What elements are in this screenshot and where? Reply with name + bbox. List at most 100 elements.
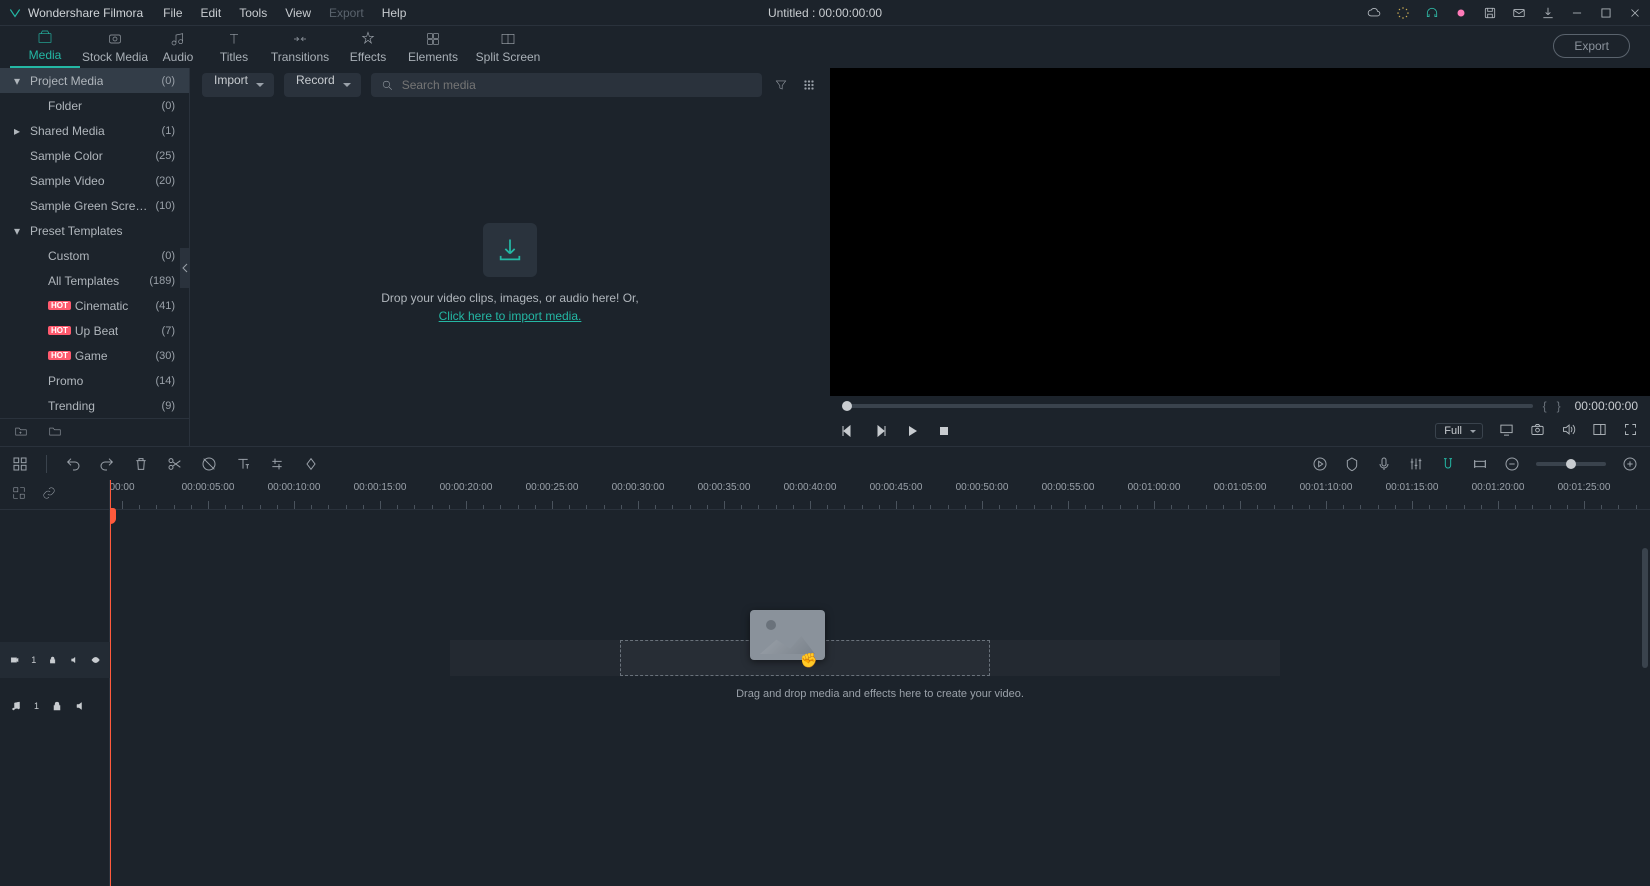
text-icon[interactable] [235, 456, 251, 472]
sidebar-item[interactable]: ▾Project Media(0) [0, 68, 189, 93]
quality-dropdown[interactable]: Full [1435, 423, 1483, 439]
sidebar-item[interactable]: Folder(0) [0, 93, 189, 118]
menu-help[interactable]: Help [382, 6, 407, 20]
sidebar-item[interactable]: Custom(0) [0, 243, 189, 268]
timeline-toolbar [0, 446, 1650, 480]
tab-transitions[interactable]: Transitions [262, 30, 338, 68]
record-dropdown[interactable]: Record [284, 73, 361, 97]
layout-icon[interactable] [1592, 422, 1607, 440]
preview-scrubber[interactable] [842, 404, 1533, 408]
mixer-icon[interactable] [1408, 456, 1424, 472]
minimize-icon[interactable] [1569, 5, 1584, 20]
lock-icon[interactable] [51, 700, 63, 712]
tab-audio[interactable]: Audio [150, 30, 206, 68]
media-pane: Import Record Drop your video clips, ima… [190, 68, 830, 446]
zoom-in-icon[interactable] [1622, 456, 1638, 472]
media-dropzone[interactable]: Drop your video clips, images, or audio … [190, 102, 830, 446]
filter-icon[interactable] [772, 76, 790, 94]
export-button[interactable]: Export [1553, 34, 1630, 58]
fullscreen-icon[interactable] [1623, 422, 1638, 440]
render-icon[interactable] [1312, 456, 1328, 472]
tab-media[interactable]: Media [10, 28, 80, 68]
new-bin-icon[interactable] [48, 424, 62, 441]
stop-button[interactable] [938, 425, 950, 437]
lock-icon[interactable] [48, 654, 57, 666]
sidebar-item[interactable]: HOTCinematic(41) [0, 293, 189, 318]
range-icon[interactable] [1472, 456, 1488, 472]
mark-in-icon[interactable]: { [1543, 399, 1547, 413]
download-icon[interactable] [1540, 5, 1555, 20]
snap-icon[interactable] [1440, 456, 1456, 472]
timeline-vscroll[interactable] [1642, 548, 1648, 886]
visibility-icon[interactable] [91, 654, 100, 666]
video-track-header[interactable]: 1 [0, 642, 110, 678]
mute-icon[interactable] [70, 654, 79, 666]
headphones-icon[interactable] [1424, 5, 1439, 20]
playhead[interactable] [110, 480, 111, 886]
menu-view[interactable]: View [285, 6, 311, 20]
undo-icon[interactable] [65, 456, 81, 472]
preview-viewport[interactable] [830, 68, 1650, 396]
sidebar-item[interactable]: HOTGame(30) [0, 343, 189, 368]
save-icon[interactable] [1482, 5, 1497, 20]
zoom-slider[interactable] [1536, 462, 1606, 466]
mail-icon[interactable] [1511, 5, 1526, 20]
menu-tools[interactable]: Tools [239, 6, 267, 20]
app-name: Wondershare Filmora [28, 6, 143, 20]
import-icon [483, 223, 537, 277]
display-icon[interactable] [1499, 422, 1514, 440]
sidebar-item[interactable]: HOTUp Beat(7) [0, 318, 189, 343]
import-link[interactable]: Click here to import media. [439, 309, 582, 323]
tips-icon[interactable] [1395, 5, 1410, 20]
crop-icon[interactable] [201, 456, 217, 472]
sidebar-item[interactable]: All Templates(189) [0, 268, 189, 293]
link-icon[interactable] [42, 486, 56, 503]
grid-mode-icon[interactable] [12, 456, 28, 472]
account-icon[interactable] [1453, 5, 1468, 20]
sidebar-item[interactable]: Sample Green Scre…(10) [0, 193, 189, 218]
adjust-icon[interactable] [269, 456, 285, 472]
tab-split-screen[interactable]: Split Screen [468, 30, 548, 68]
cloud-icon[interactable] [1366, 5, 1381, 20]
import-dropdown[interactable]: Import [202, 73, 274, 97]
play-button[interactable] [906, 425, 918, 437]
sidebar-item[interactable]: Promo(14) [0, 368, 189, 393]
sidebar-item[interactable]: ▸Shared Media(1) [0, 118, 189, 143]
split-icon[interactable] [167, 456, 183, 472]
tab-effects[interactable]: Effects [338, 30, 398, 68]
menu-edit[interactable]: Edit [201, 6, 222, 20]
sidebar-item[interactable]: Trending(9) [0, 393, 189, 418]
tab-elements[interactable]: Elements [398, 30, 468, 68]
mark-out-icon[interactable]: } [1557, 399, 1561, 413]
volume-icon[interactable] [1561, 422, 1576, 440]
grid-view-icon[interactable] [800, 76, 818, 94]
prev-frame-button[interactable] [842, 425, 854, 437]
close-icon[interactable] [1627, 5, 1642, 20]
menu-file[interactable]: File [163, 6, 182, 20]
maximize-icon[interactable] [1598, 5, 1613, 20]
voiceover-icon[interactable] [1376, 456, 1392, 472]
time-ruler[interactable]: 00:0000:00:05:0000:00:10:0000:00:15:0000… [110, 480, 1650, 510]
audio-track-header[interactable]: 1 [0, 688, 110, 724]
tracks-area[interactable]: 00:0000:00:05:0000:00:10:0000:00:15:0000… [110, 480, 1650, 886]
track-manage-icon[interactable] [12, 486, 26, 503]
next-frame-button[interactable] [874, 425, 886, 437]
sidebar-collapse-handle[interactable] [180, 248, 190, 288]
search-media-input[interactable] [402, 78, 752, 92]
sidebar-item[interactable]: Sample Color(25) [0, 143, 189, 168]
delete-icon[interactable] [133, 456, 149, 472]
keyframe-icon[interactable] [303, 456, 319, 472]
snapshot-icon[interactable] [1530, 422, 1545, 440]
redo-icon[interactable] [99, 456, 115, 472]
sidebar-item[interactable]: ▾Preset Templates [0, 218, 189, 243]
marker-icon[interactable] [1344, 456, 1360, 472]
sidebar-item[interactable]: Sample Video(20) [0, 168, 189, 193]
new-folder-icon[interactable] [14, 424, 28, 441]
mute-icon[interactable] [75, 700, 87, 712]
zoom-out-icon[interactable] [1504, 456, 1520, 472]
tab-stock-media[interactable]: Stock Media [80, 30, 150, 68]
preview-timecode: 00:00:00:00 [1575, 399, 1638, 413]
document-title: Untitled : 00:00:00:00 [768, 6, 882, 20]
menu-export[interactable]: Export [329, 6, 364, 20]
tab-titles[interactable]: Titles [206, 30, 262, 68]
